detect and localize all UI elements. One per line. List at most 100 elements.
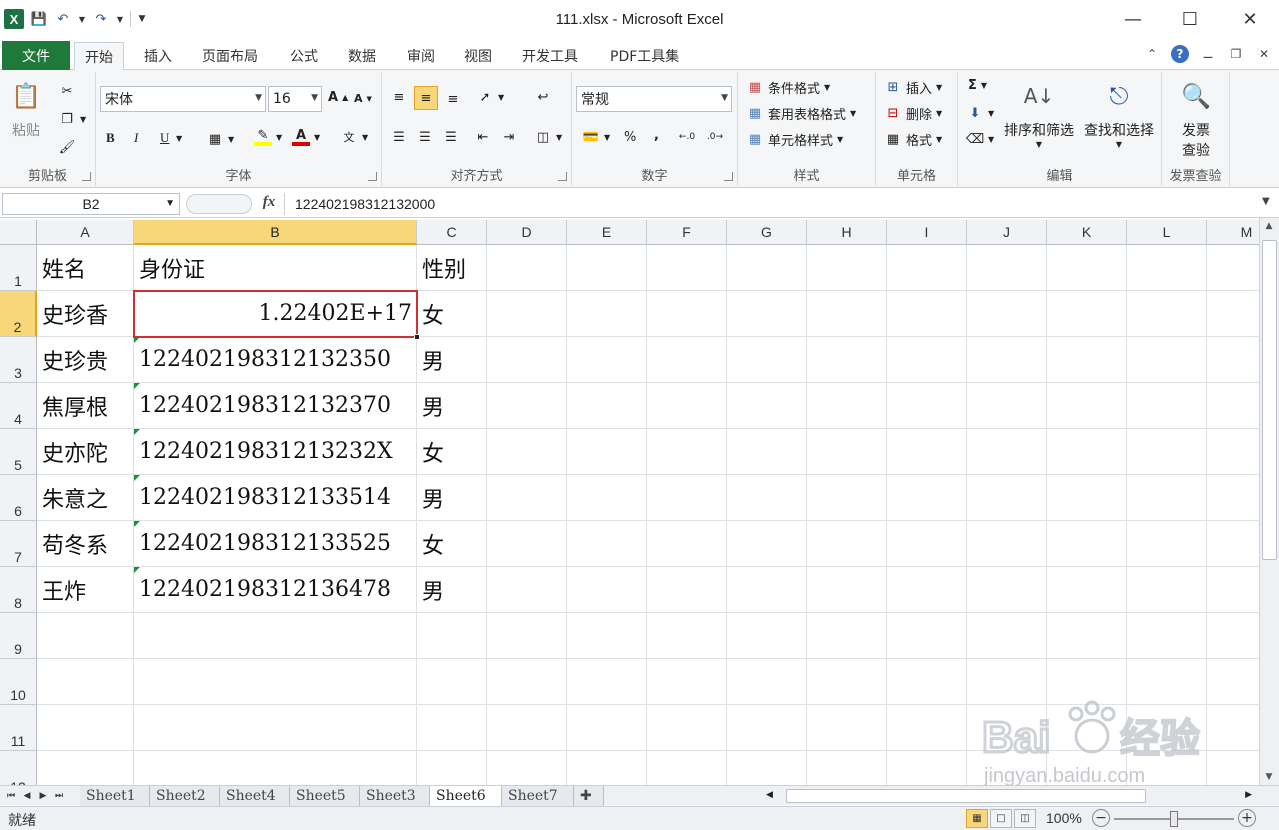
percent-button[interactable]: %: [624, 130, 636, 145]
cell-c2[interactable]: 女: [417, 291, 487, 337]
cell-i12[interactable]: [887, 751, 967, 785]
column-header-g[interactable]: G: [727, 220, 807, 245]
cell-f12[interactable]: [647, 751, 727, 785]
cell-l2[interactable]: [1127, 291, 1207, 337]
name-box[interactable]: B2 ▼: [2, 193, 180, 215]
cell-e12[interactable]: [567, 751, 647, 785]
insert-function-icon[interactable]: fx: [258, 194, 280, 214]
cell-d2[interactable]: [487, 291, 567, 337]
tab-pdf-tools[interactable]: PDF工具集: [600, 42, 689, 70]
cell-j10[interactable]: [967, 659, 1047, 705]
tab-review[interactable]: 审阅: [397, 42, 445, 70]
decrease-indent-button[interactable]: ⇤: [474, 128, 492, 146]
cell-c6[interactable]: 男: [417, 475, 487, 521]
phonetic-button[interactable]: 文 ▼: [340, 128, 369, 146]
cell-h4[interactable]: [807, 383, 887, 429]
row-header[interactable]: 8: [0, 567, 37, 613]
cell-k4[interactable]: [1047, 383, 1127, 429]
cell-h5[interactable]: [807, 429, 887, 475]
cell-i9[interactable]: [887, 613, 967, 659]
align-middle-button[interactable]: ≡: [414, 86, 438, 110]
comma-button[interactable]: ,: [654, 128, 659, 143]
cell-c7[interactable]: 女: [417, 521, 487, 567]
cell-f3[interactable]: [647, 337, 727, 383]
cell-e11[interactable]: [567, 705, 647, 751]
column-header-f[interactable]: F: [647, 220, 727, 245]
sheet-tab-sheet6[interactable]: Sheet6: [430, 786, 502, 806]
cell-l1[interactable]: [1127, 245, 1207, 291]
autosum-button[interactable]: Σ ▼: [968, 78, 987, 93]
cell-l11[interactable]: [1127, 705, 1207, 751]
align-bottom-button[interactable]: ≡: [444, 90, 462, 108]
underline-button[interactable]: U: [160, 130, 169, 146]
cell-a6[interactable]: 朱意之: [37, 475, 134, 521]
column-header-i[interactable]: I: [887, 220, 967, 245]
column-header-c[interactable]: C: [417, 220, 487, 245]
cell-d12[interactable]: [487, 751, 567, 785]
cell-k5[interactable]: [1047, 429, 1127, 475]
cell-a1[interactable]: 姓名: [37, 245, 134, 291]
workbook-minimize-icon[interactable]: ⚊: [1199, 45, 1217, 63]
cell-h3[interactable]: [807, 337, 887, 383]
cell-k9[interactable]: [1047, 613, 1127, 659]
cell-h2[interactable]: [807, 291, 887, 337]
minimize-icon[interactable]: —: [1118, 6, 1148, 32]
sheet-tab-sheet5[interactable]: Sheet5: [290, 786, 360, 806]
cell-m9[interactable]: [1207, 613, 1259, 659]
cell-b10[interactable]: [134, 659, 417, 705]
cell-l7[interactable]: [1127, 521, 1207, 567]
row-header[interactable]: 6: [0, 475, 37, 521]
cell-e9[interactable]: [567, 613, 647, 659]
cell-c11[interactable]: [417, 705, 487, 751]
cell-m4[interactable]: [1207, 383, 1259, 429]
wrap-text-button[interactable]: ↩: [534, 88, 552, 106]
tab-file[interactable]: 文件: [2, 41, 70, 70]
cell-c5[interactable]: 女: [417, 429, 487, 475]
cell-b11[interactable]: [134, 705, 417, 751]
cell-j1[interactable]: [967, 245, 1047, 291]
cell-g11[interactable]: [727, 705, 807, 751]
number-format-select[interactable]: 常规 ▼: [576, 86, 732, 112]
cell-i1[interactable]: [887, 245, 967, 291]
cell-i11[interactable]: [887, 705, 967, 751]
cell-l8[interactable]: [1127, 567, 1207, 613]
scroll-down-icon[interactable]: ▼: [1260, 769, 1278, 785]
cell-h12[interactable]: [807, 751, 887, 785]
cell-m11[interactable]: [1207, 705, 1259, 751]
cell-e3[interactable]: [567, 337, 647, 383]
cell-a11[interactable]: [37, 705, 134, 751]
scroll-left-icon[interactable]: ◀: [766, 790, 773, 800]
align-right-button[interactable]: ☰: [442, 128, 460, 146]
cell-g5[interactable]: [727, 429, 807, 475]
cell-d10[interactable]: [487, 659, 567, 705]
cell-b6[interactable]: 122402198312133514: [134, 475, 417, 521]
cell-j3[interactable]: [967, 337, 1047, 383]
cell-g4[interactable]: [727, 383, 807, 429]
vertical-scroll-thumb[interactable]: [1262, 240, 1277, 560]
cell-g9[interactable]: [727, 613, 807, 659]
cell-b7[interactable]: 122402198312133525: [134, 521, 417, 567]
last-sheet-icon[interactable]: ⏭: [52, 788, 66, 804]
cell-d3[interactable]: [487, 337, 567, 383]
cell-g7[interactable]: [727, 521, 807, 567]
column-header-d[interactable]: D: [487, 220, 567, 245]
copy-button[interactable]: ❐ ▼: [58, 110, 86, 128]
cell-j9[interactable]: [967, 613, 1047, 659]
format-as-table-button[interactable]: ▦ 套用表格格式 ▼: [746, 104, 856, 123]
fill-button[interactable]: ⬇ ▼: [966, 104, 995, 122]
cell-g2[interactable]: [727, 291, 807, 337]
cell-c3[interactable]: 男: [417, 337, 487, 383]
cell-a4[interactable]: 焦厚根: [37, 383, 134, 429]
row-header[interactable]: 12: [0, 751, 37, 785]
cell-a5[interactable]: 史亦陀: [37, 429, 134, 475]
paste-button[interactable]: 📋 粘贴: [8, 78, 44, 140]
column-header-b[interactable]: B: [134, 220, 417, 245]
cell-b5[interactable]: 12240219831213232X: [134, 429, 417, 475]
zoom-slider-thumb[interactable]: [1170, 811, 1178, 827]
cell-c10[interactable]: [417, 659, 487, 705]
vertical-scrollbar[interactable]: ▲ ▼: [1259, 218, 1279, 785]
cell-b12[interactable]: [134, 751, 417, 785]
increase-indent-button[interactable]: ⇥: [500, 128, 518, 146]
format-cells-button[interactable]: ▦ 格式 ▼: [884, 130, 942, 149]
cell-f8[interactable]: [647, 567, 727, 613]
